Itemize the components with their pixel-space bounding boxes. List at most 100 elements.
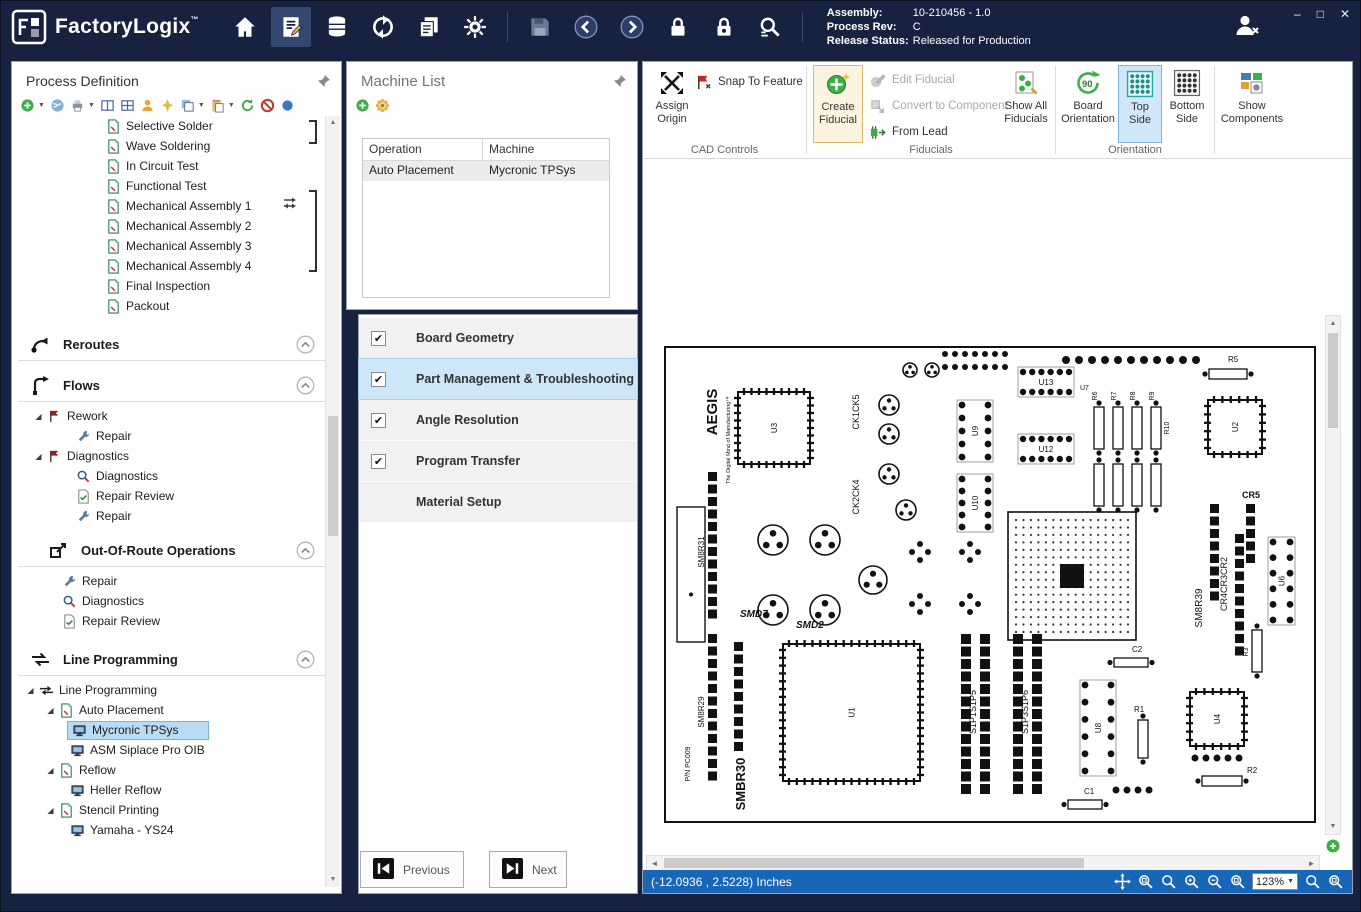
machine-row[interactable]: Auto PlacementMycronic TPSys — [363, 161, 609, 181]
zoom-level-select[interactable]: 123%▼ — [1252, 873, 1298, 890]
expander-expanded-icon[interactable]: ◢ — [24, 686, 37, 695]
process-tree-item[interactable]: Mechanical Assembly 4 — [12, 256, 341, 276]
zoom-all-icon[interactable] — [1327, 873, 1344, 890]
canvas-horizontal-scrollbar[interactable]: ◄ ► — [646, 855, 1320, 871]
process-tree-item[interactable]: Mechanical Assembly 3 — [12, 236, 341, 256]
documents-icon[interactable] — [409, 7, 449, 47]
split-view-icon[interactable] — [100, 98, 115, 113]
collapse-chevron-icon[interactable] — [296, 541, 315, 560]
scroll-down-icon[interactable]: ▼ — [326, 873, 340, 887]
zoom-extents-icon[interactable] — [1229, 873, 1246, 890]
production-icon[interactable] — [363, 7, 403, 47]
permissions-icon[interactable] — [704, 7, 744, 47]
pcb-viewport[interactable]: AEGISThe Digital Mind of Manufacturing™P… — [646, 312, 1330, 852]
zoom-selected-icon[interactable] — [1304, 873, 1321, 890]
flow-child[interactable]: Repair Review — [12, 486, 341, 506]
show-components-button[interactable]: Show Components — [1221, 65, 1283, 143]
process-tree-item[interactable]: Selective Solder — [12, 116, 341, 136]
settings-icon[interactable] — [455, 7, 495, 47]
scrollbar-thumb[interactable] — [328, 416, 338, 536]
flow-child[interactable]: Diagnostics — [12, 466, 341, 486]
board-orientation-button[interactable]: 90 Board Orientation — [1061, 65, 1115, 143]
oor-item[interactable]: Repair Review — [12, 611, 341, 631]
section-line-programming[interactable]: Line Programming — [12, 645, 341, 673]
machine-item[interactable]: ASM Siplace Pro OIB — [12, 740, 341, 760]
pin-icon[interactable] — [613, 74, 627, 88]
edit-fiducial-button[interactable]: Edit Fiducial — [869, 68, 955, 92]
scroll-up-icon[interactable]: ▲ — [1326, 316, 1340, 331]
oor-item[interactable]: Repair — [12, 571, 341, 591]
process-tree-item[interactable]: Functional Test — [12, 176, 341, 196]
convert-to-component-button[interactable]: Convert to Component — [869, 94, 1008, 118]
scrollbar-thumb[interactable] — [664, 858, 1084, 868]
zoom-fit-icon[interactable] — [1325, 838, 1341, 854]
collapse-chevron-icon[interactable] — [296, 650, 315, 669]
expander-expanded-icon[interactable]: ◢ — [32, 452, 45, 461]
flow-node[interactable]: ◢Diagnostics — [12, 446, 341, 466]
zoom-out-icon[interactable] — [1206, 873, 1223, 890]
wizard-step[interactable]: ✔Part Management & Troubleshooting — [359, 359, 637, 399]
expander-expanded-icon[interactable]: ◢ — [44, 706, 57, 715]
oor-item[interactable]: Diagnostics — [12, 591, 341, 611]
audit-icon[interactable] — [750, 7, 790, 47]
back-icon[interactable] — [566, 7, 606, 47]
chevron-down-icon[interactable]: ▼ — [228, 102, 235, 109]
section-out-of-route[interactable]: Out-Of-Route Operations — [12, 536, 341, 564]
machine-item[interactable]: Mycronic TPSys — [12, 720, 341, 740]
machine-item[interactable]: Heller Reflow — [12, 780, 341, 800]
machine-item[interactable]: Yamaha - YS24 — [12, 820, 341, 840]
assign-origin-button[interactable]: Assign Origin — [647, 65, 697, 143]
refresh-icon[interactable] — [240, 98, 255, 113]
step-checkbox[interactable]: ✔ — [371, 413, 386, 428]
pin-icon[interactable] — [317, 74, 331, 88]
collapse-chevron-icon[interactable] — [296, 376, 315, 395]
step-checkbox[interactable]: ✔ — [371, 331, 386, 346]
pan-icon[interactable] — [1114, 873, 1131, 890]
swap-routes-icon[interactable] — [283, 196, 297, 210]
expander-expanded-icon[interactable]: ◢ — [44, 766, 57, 775]
process-tree-item[interactable]: Wave Soldering — [12, 136, 341, 156]
process-tree-item[interactable]: Packout — [12, 296, 341, 316]
link-icon[interactable] — [50, 98, 65, 113]
section-flows[interactable]: Flows — [12, 371, 341, 399]
wizard-step[interactable]: ✔Program Transfer — [359, 441, 637, 481]
wizard-step[interactable]: ✔Board Geometry — [359, 318, 637, 358]
line-programming-root[interactable]: ◢Line Programming — [12, 680, 341, 700]
step-checkbox[interactable]: ✔ — [371, 372, 386, 387]
create-fiducial-button[interactable]: Create Fiducial — [813, 65, 863, 143]
line-operation[interactable]: ◢Reflow — [12, 760, 341, 780]
user-icon[interactable] — [140, 98, 155, 113]
materials-icon[interactable] — [317, 7, 357, 47]
canvas-vertical-scrollbar[interactable]: ▲ ▼ — [1325, 315, 1341, 835]
process-tree-item[interactable]: Mechanical Assembly 2 — [12, 216, 341, 236]
wizard-step[interactable]: Material Setup — [359, 482, 637, 522]
scroll-right-icon[interactable]: ► — [1304, 856, 1319, 870]
process-definition-icon[interactable] — [271, 7, 311, 47]
line-operation[interactable]: ◢Auto Placement — [12, 700, 341, 720]
effects-icon[interactable] — [160, 98, 175, 113]
machine-settings-icon[interactable] — [375, 98, 390, 113]
bottom-side-button[interactable]: Bottom Side — [1164, 65, 1210, 143]
forward-icon[interactable] — [612, 7, 652, 47]
lock-icon[interactable] — [658, 7, 698, 47]
flow-child[interactable]: Repair — [12, 426, 341, 446]
user-logout-icon[interactable] — [1232, 11, 1262, 46]
scroll-up-icon[interactable]: ▲ — [326, 116, 340, 130]
scroll-left-icon[interactable]: ◄ — [647, 856, 662, 870]
save-icon[interactable] — [520, 7, 560, 47]
layout-icon[interactable] — [120, 98, 135, 113]
maximize-button[interactable]: □ — [1317, 7, 1324, 21]
wizard-step[interactable]: ✔Angle Resolution — [359, 400, 637, 440]
process-tree-item[interactable]: In Circuit Test — [12, 156, 341, 176]
from-lead-button[interactable]: From Lead — [869, 120, 948, 144]
process-scrollbar[interactable]: ▲ ▼ — [325, 116, 340, 887]
home-icon[interactable] — [225, 7, 265, 47]
block-icon[interactable] — [260, 98, 275, 113]
expander-expanded-icon[interactable]: ◢ — [44, 806, 57, 815]
process-tree-item[interactable]: Final Inspection — [12, 276, 341, 296]
record-icon[interactable] — [280, 98, 295, 113]
scroll-down-icon[interactable]: ▼ — [1326, 819, 1340, 834]
collapse-chevron-icon[interactable] — [296, 335, 315, 354]
snap-to-feature-button[interactable]: Snap To Feature — [695, 70, 803, 94]
line-operation[interactable]: ◢Stencil Printing — [12, 800, 341, 820]
